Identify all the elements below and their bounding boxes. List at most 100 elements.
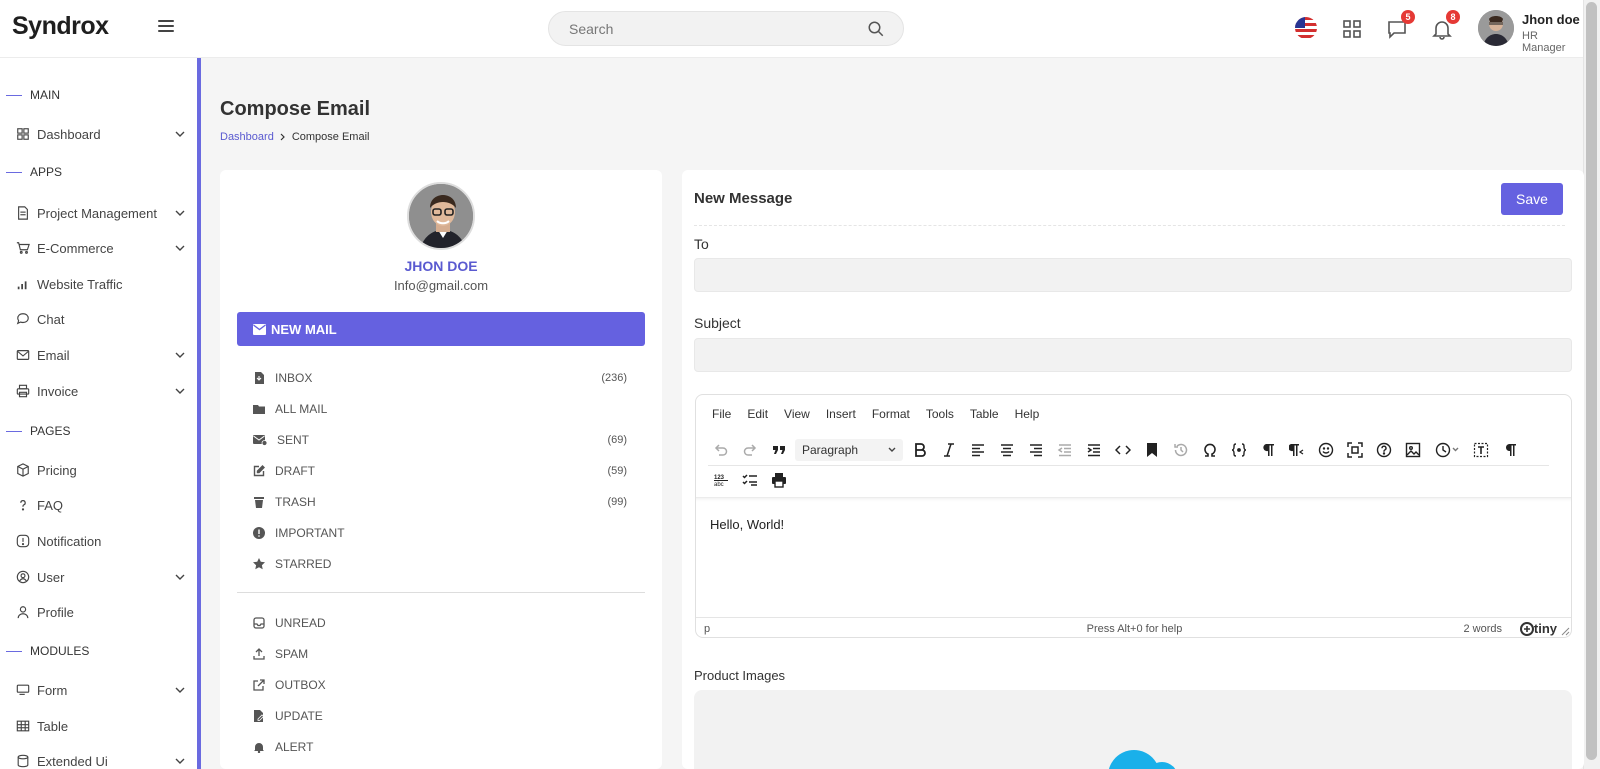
folder-trash[interactable]: TRASH (99) — [253, 492, 627, 512]
bold-button[interactable] — [907, 439, 933, 461]
cart-icon — [16, 242, 30, 254]
apps-grid-icon[interactable] — [1340, 17, 1364, 41]
folder-all-mail[interactable]: ALL MAIL — [253, 399, 627, 419]
outdent-button[interactable] — [1052, 439, 1078, 461]
page-scrollbar-thumb[interactable] — [1586, 2, 1597, 760]
word-count-button[interactable]: 123 abc — [708, 469, 734, 491]
align-left-button[interactable] — [965, 439, 991, 461]
redo-button[interactable] — [737, 439, 763, 461]
label-update[interactable]: UPDATE — [253, 706, 627, 726]
sidebar-item-faq[interactable]: FAQ — [16, 494, 186, 516]
sidebar-item-user[interactable]: User — [16, 566, 186, 588]
sidebar-item-dashboard[interactable]: Dashboard — [16, 123, 186, 145]
editor-statusbar: p Press Alt+0 for help 2 words tiny — [696, 617, 1571, 637]
tiny-brand[interactable]: tiny — [1519, 621, 1557, 636]
label-spam[interactable]: SPAM — [253, 644, 627, 664]
save-button[interactable]: Save — [1501, 183, 1563, 215]
messages-button[interactable]: 5 — [1385, 10, 1415, 41]
anchor-button[interactable] — [1139, 439, 1165, 461]
user-avatar[interactable] — [1478, 10, 1514, 46]
breadcrumb: Dashboard Compose Email — [220, 131, 369, 143]
menu-insert[interactable]: Insert — [826, 407, 856, 421]
align-right-button[interactable] — [1023, 439, 1049, 461]
search-icon[interactable] — [867, 20, 885, 38]
chevron-down-icon — [175, 388, 185, 394]
sidebar-scrollbar[interactable] — [197, 58, 201, 769]
word-count[interactable]: 2 words — [1463, 623, 1502, 635]
fullscreen-button[interactable] — [1342, 439, 1368, 461]
resize-handle-icon[interactable] — [1561, 627, 1570, 636]
subject-label: Subject — [694, 315, 741, 331]
insert-datetime-button[interactable] — [1429, 439, 1465, 461]
editor-content-area[interactable]: Hello, World! — [696, 497, 1571, 617]
sidebar-item-profile[interactable]: Profile — [16, 601, 186, 623]
menu-table[interactable]: Table — [970, 407, 999, 421]
sidebar-item-table[interactable]: Table — [16, 715, 186, 737]
sidebar-section-modules: MODULES — [0, 644, 89, 658]
chevron-down-icon — [175, 687, 185, 693]
sidebar-item-chat[interactable]: Chat — [16, 308, 186, 330]
menu-tools[interactable]: Tools — [926, 407, 954, 421]
sidebar-item-project-management[interactable]: Project Management — [16, 202, 186, 224]
to-field[interactable] — [694, 258, 1572, 292]
inbox-count: (236) — [601, 372, 627, 384]
folder-starred[interactable]: STARRED — [253, 554, 627, 574]
external-link-icon — [253, 679, 265, 691]
sidebar-item-website-traffic[interactable]: Website Traffic — [16, 273, 186, 295]
sidebar-item-notification[interactable]: Notification — [16, 530, 186, 552]
emoticons-button[interactable] — [1313, 439, 1339, 461]
form-icon — [16, 684, 30, 695]
sidebar-item-email[interactable]: Email — [16, 344, 186, 366]
editor-content[interactable]: Hello, World! — [710, 517, 784, 532]
menu-file[interactable]: File — [712, 407, 731, 421]
align-center-button[interactable] — [994, 439, 1020, 461]
image-button[interactable] — [1400, 439, 1426, 461]
indent-button[interactable] — [1081, 439, 1107, 461]
sidebar-item-ecommerce[interactable]: E-Commerce — [16, 237, 186, 259]
app-logo[interactable]: Syndrox — [12, 12, 109, 41]
help-button[interactable] — [1371, 439, 1397, 461]
special-char-button[interactable] — [1197, 439, 1223, 461]
menu-view[interactable]: View — [784, 407, 810, 421]
italic-button[interactable] — [936, 439, 962, 461]
notifications-button[interactable]: 8 — [1430, 10, 1460, 41]
rtl-button[interactable] — [1284, 439, 1310, 461]
code-button[interactable] — [1110, 439, 1136, 461]
breadcrumb-dashboard[interactable]: Dashboard — [220, 131, 274, 143]
new-mail-button[interactable]: NEW MAIL — [237, 312, 645, 346]
cube-icon — [17, 463, 29, 477]
folder-sent[interactable]: SENT (69) — [253, 430, 627, 450]
us-flag-icon[interactable] — [1295, 17, 1317, 39]
undo-button[interactable] — [708, 439, 734, 461]
product-images-dropzone[interactable] — [694, 690, 1572, 769]
print-button[interactable] — [766, 469, 792, 491]
code-sample-button[interactable] — [1226, 439, 1252, 461]
sidebar-item-invoice[interactable]: Invoice — [16, 380, 186, 402]
folder-important[interactable]: IMPORTANT — [253, 523, 627, 543]
subject-field[interactable] — [694, 338, 1572, 372]
user-name[interactable]: Jhon doe — [1522, 12, 1580, 27]
visual-blocks-button[interactable] — [1468, 439, 1494, 461]
folder-draft[interactable]: DRAFT (59) — [253, 461, 627, 481]
menu-toggle-icon[interactable] — [158, 20, 174, 34]
label-unread[interactable]: UNREAD — [253, 613, 627, 633]
label-alert[interactable]: ALERT — [253, 737, 627, 757]
blockquote-button[interactable] — [766, 439, 792, 461]
visual-chars-button[interactable] — [1497, 439, 1523, 461]
checklist-button[interactable] — [737, 469, 763, 491]
menu-help[interactable]: Help — [1015, 407, 1040, 421]
file-edit-icon — [254, 710, 265, 722]
folder-inbox[interactable]: INBOX (236) — [253, 368, 627, 388]
search-input[interactable] — [549, 12, 839, 45]
block-format-select[interactable]: Paragraph — [795, 439, 903, 461]
envelope-icon — [253, 323, 266, 335]
sidebar-item-form[interactable]: Form — [16, 679, 186, 701]
restore-draft-button[interactable] — [1168, 439, 1194, 461]
sidebar-item-extended-ui[interactable]: Extended Ui — [16, 750, 186, 769]
menu-format[interactable]: Format — [872, 407, 910, 421]
menu-edit[interactable]: Edit — [747, 407, 768, 421]
trash-count: (99) — [607, 496, 627, 508]
sidebar-item-pricing[interactable]: Pricing — [16, 459, 186, 481]
ltr-button[interactable] — [1255, 439, 1281, 461]
label-outbox[interactable]: OUTBOX — [253, 675, 627, 695]
